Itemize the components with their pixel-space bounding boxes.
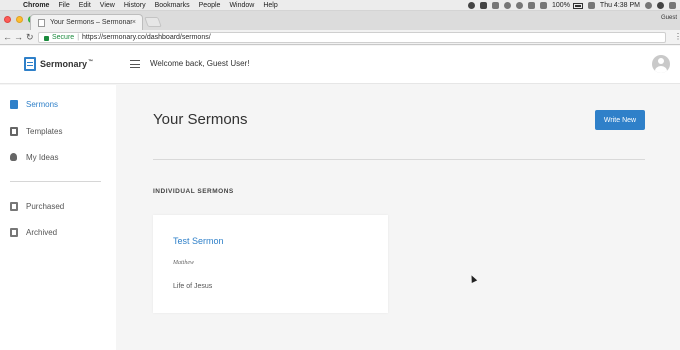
- sidebar-item-label: Purchased: [26, 201, 65, 211]
- menu-bookmarks[interactable]: Bookmarks: [155, 0, 190, 11]
- sidebar-item-my-ideas[interactable]: My Ideas: [10, 151, 58, 163]
- sidebar-item-label: My Ideas: [26, 152, 59, 162]
- sermonary-logo-icon: [24, 57, 36, 71]
- menu-edit[interactable]: Edit: [79, 0, 91, 11]
- browser-menu-icon[interactable]: ⋮: [674, 32, 680, 42]
- volume-icon[interactable]: [540, 2, 548, 9]
- menu-view[interactable]: View: [100, 0, 115, 11]
- hamburger-menu-icon[interactable]: [130, 60, 140, 68]
- battery-percent[interactable]: 100%: [552, 0, 570, 11]
- brand-name: Sermonary™: [40, 59, 94, 69]
- reload-icon[interactable]: ↻: [26, 32, 34, 42]
- battery-icon[interactable]: [572, 2, 583, 9]
- purchased-icon: [10, 201, 18, 211]
- new-tab-button[interactable]: [144, 17, 162, 27]
- back-icon[interactable]: ←: [3, 32, 12, 42]
- airplay-icon[interactable]: [528, 2, 536, 9]
- sermon-passage: Matthew: [173, 260, 194, 266]
- app-header: Sermonary™ Welcome back, Guest User!: [0, 46, 680, 84]
- lock-icon: [44, 36, 49, 41]
- sidebar-item-label: Archived: [26, 227, 58, 237]
- status-area: 100% Thu 4:38 PM: [463, 0, 676, 11]
- record-icon[interactable]: [468, 2, 476, 9]
- section-heading: INDIVIDUAL SERMONS: [153, 188, 234, 195]
- profile-label[interactable]: Guest: [661, 15, 677, 21]
- sermon-series: Life of Jesus: [173, 283, 213, 290]
- tab-title: Your Sermons – Sermonary: [50, 19, 132, 26]
- main-content: Your Sermons Write New INDIVIDUAL SERMON…: [116, 85, 680, 350]
- sidebar-item-templates[interactable]: Templates: [10, 125, 62, 137]
- sidebar-item-archived[interactable]: Archived: [10, 226, 57, 238]
- sidebar-item-purchased[interactable]: Purchased: [10, 200, 64, 212]
- spotlight-icon[interactable]: [645, 2, 652, 9]
- user-avatar[interactable]: [652, 55, 670, 73]
- sidebar-divider: [10, 181, 101, 182]
- address-bar[interactable]: Secure | https://sermonary.co/dashboard/…: [38, 32, 666, 43]
- notes-icon[interactable]: [492, 2, 500, 9]
- welcome-message: Welcome back, Guest User!: [150, 59, 250, 68]
- url-text: https://sermonary.co/dashboard/sermons/: [82, 34, 211, 41]
- tab-close-icon[interactable]: ×: [132, 19, 136, 26]
- menu-window[interactable]: Window: [229, 0, 254, 11]
- page-icon: [38, 18, 45, 27]
- time-machine-icon[interactable]: [504, 2, 512, 9]
- menu-help[interactable]: Help: [263, 0, 277, 11]
- write-new-button[interactable]: Write New: [595, 110, 645, 130]
- lightbulb-icon: [10, 153, 17, 161]
- content-divider: [153, 159, 645, 160]
- menu-app-name[interactable]: Chrome: [23, 0, 49, 11]
- dropbox-icon[interactable]: [480, 2, 488, 9]
- flag-icon[interactable]: [587, 2, 595, 9]
- sermon-card[interactable]: Test Sermon Matthew Life of Jesus: [153, 215, 388, 313]
- browser-tab-strip: Your Sermons – Sermonary × Guest: [0, 11, 680, 30]
- browser-toolbar: ← → ↻ Secure | https://sermonary.co/dash…: [0, 30, 680, 45]
- archive-icon: [10, 227, 18, 237]
- clock[interactable]: Thu 4:38 PM: [600, 0, 640, 11]
- templates-icon: [10, 126, 18, 136]
- sidebar-item-label: Templates: [26, 126, 63, 136]
- brand-logo[interactable]: Sermonary™: [24, 57, 93, 71]
- minimize-window-icon[interactable]: [16, 16, 23, 23]
- book-icon: [10, 99, 18, 109]
- sermon-title-link[interactable]: Test Sermon: [173, 236, 224, 246]
- sidebar-item-label: Sermons: [26, 99, 59, 109]
- menu-history[interactable]: History: [124, 0, 146, 11]
- secure-label: Secure: [52, 34, 75, 41]
- browser-tab[interactable]: Your Sermons – Sermonary ×: [30, 14, 143, 30]
- macos-menu-bar: Chrome File Edit View History Bookmarks …: [0, 0, 680, 11]
- page-title: Your Sermons: [153, 111, 248, 128]
- wifi-icon[interactable]: [516, 2, 524, 9]
- notification-center-icon[interactable]: [669, 2, 676, 9]
- sidebar-item-sermons[interactable]: Sermons: [10, 98, 58, 110]
- close-window-icon[interactable]: [4, 16, 11, 23]
- siri-icon[interactable]: [657, 2, 664, 9]
- sidebar: Sermons Templates My Ideas Purchased Arc…: [0, 85, 116, 350]
- address-separator: |: [77, 34, 80, 41]
- menu-people[interactable]: People: [199, 0, 221, 11]
- menu-file[interactable]: File: [58, 0, 69, 11]
- forward-icon[interactable]: →: [14, 32, 23, 42]
